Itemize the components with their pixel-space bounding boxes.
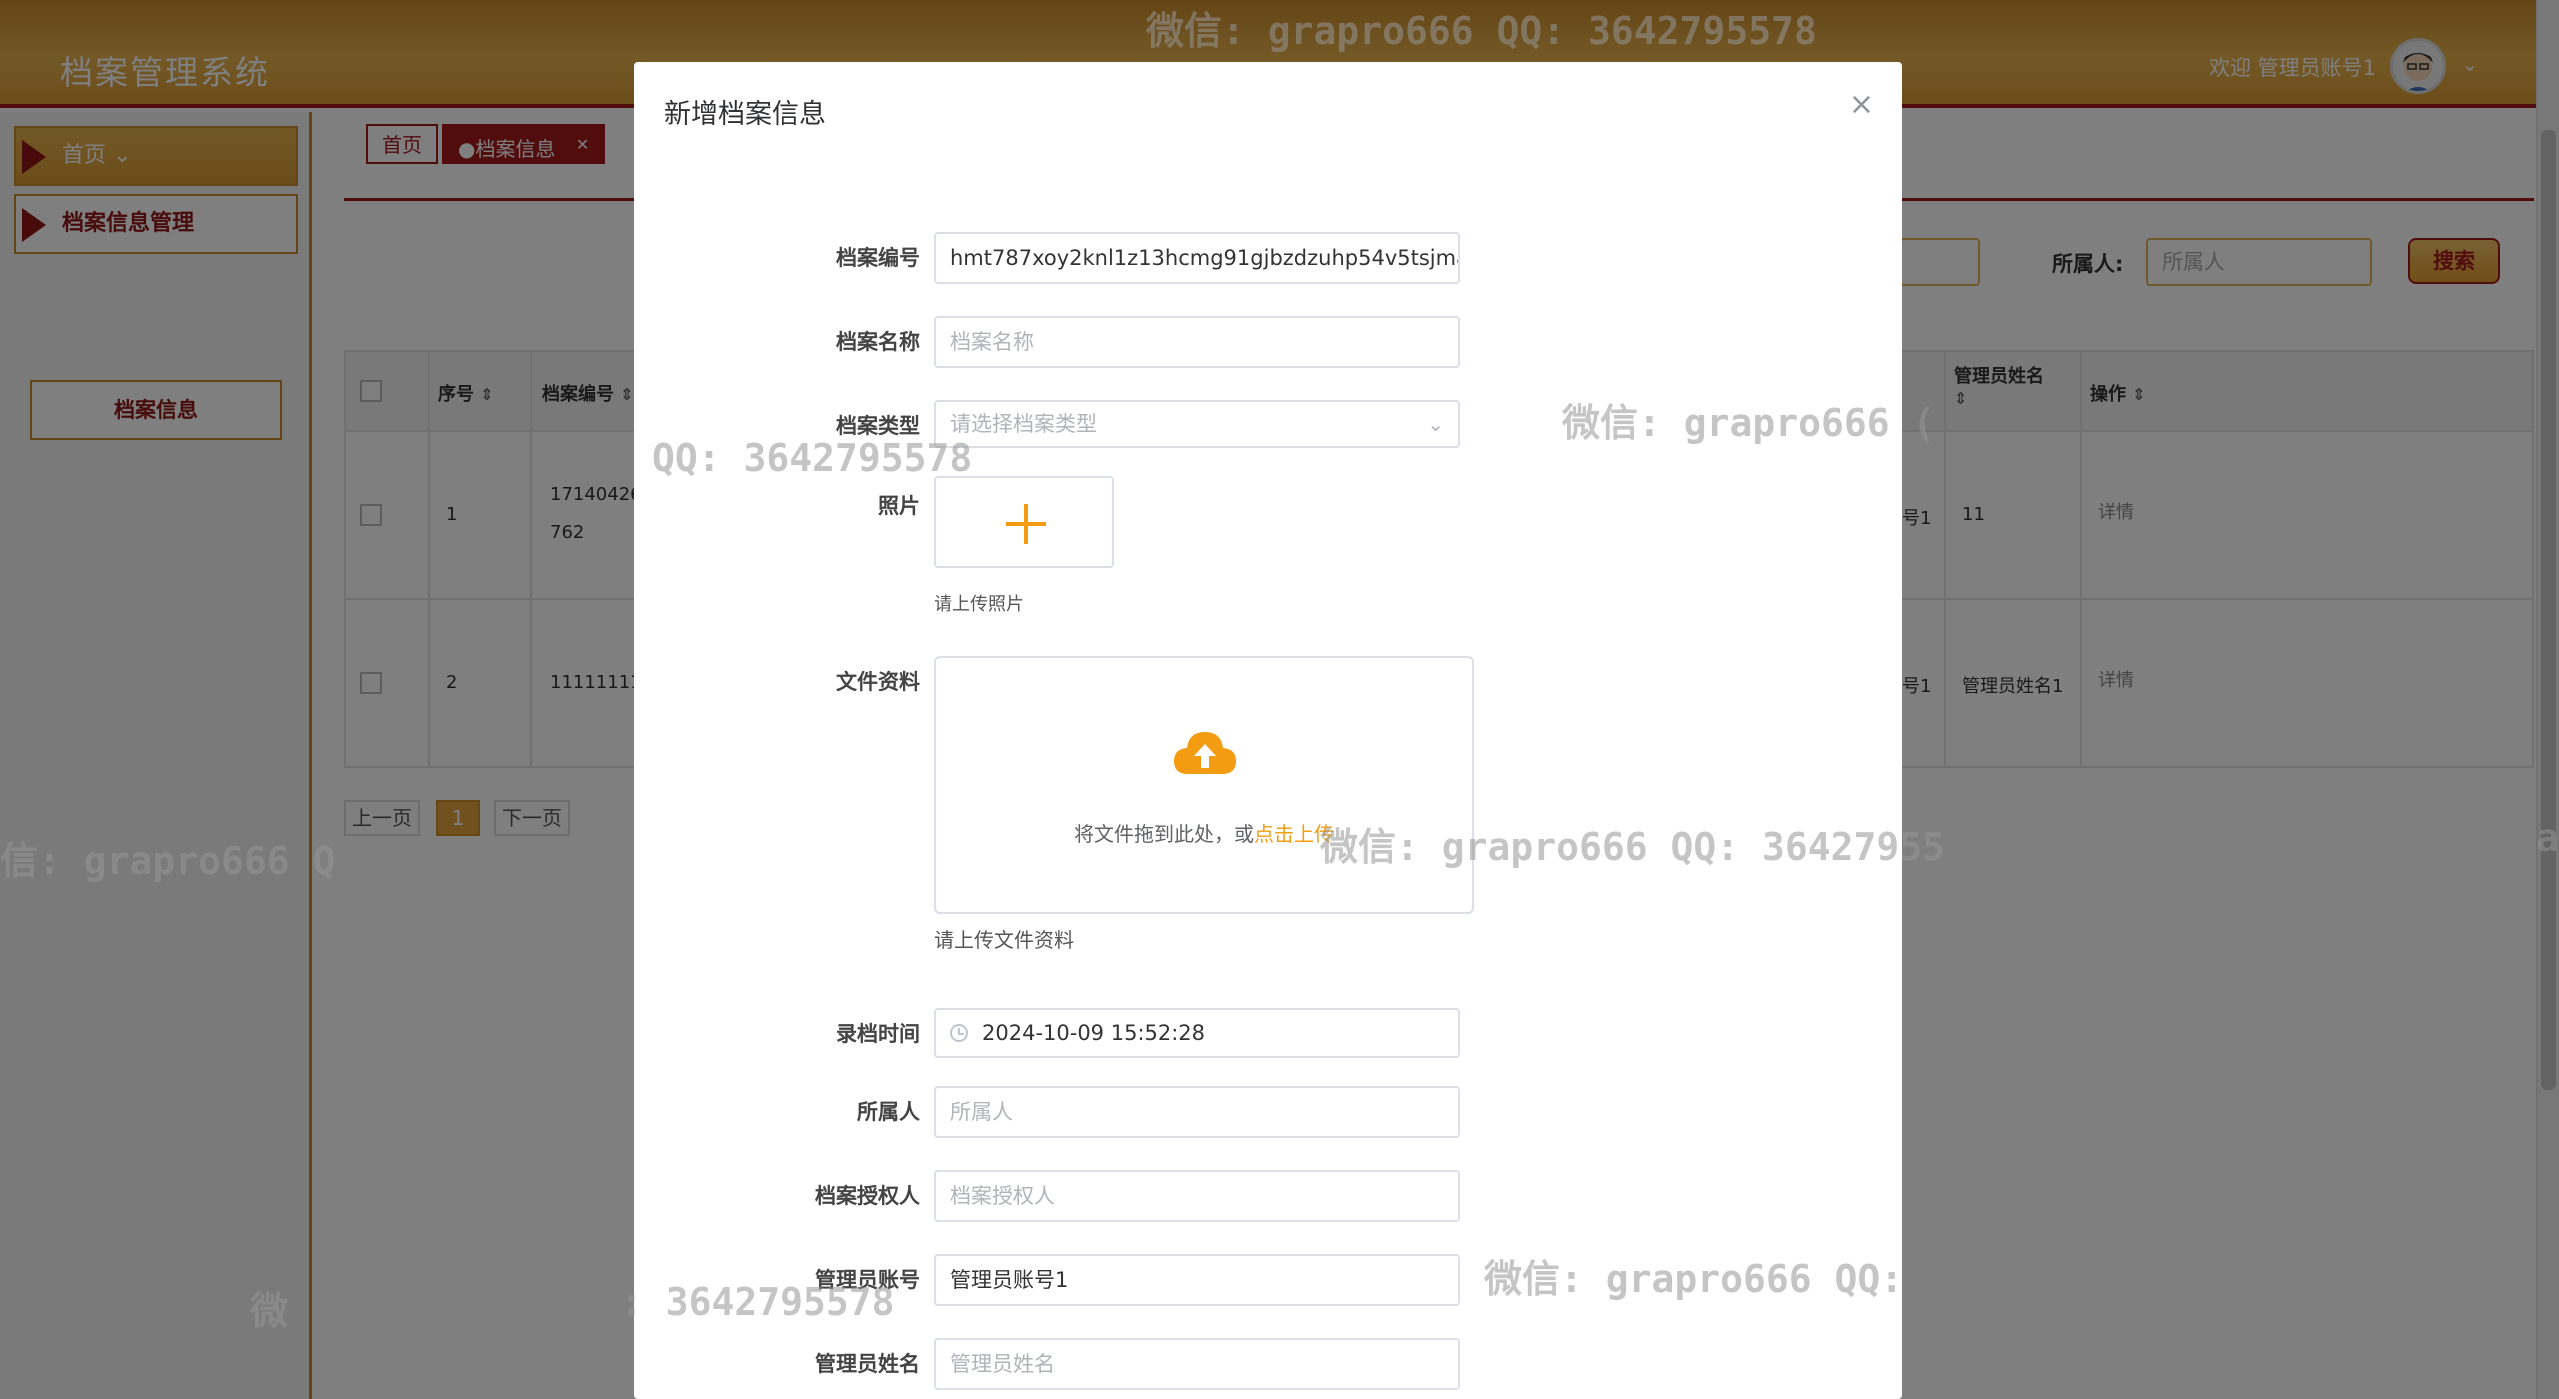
grantor-label: 档案授权人 [815,1184,920,1208]
archive-name-input[interactable]: 档案名称 [934,316,1460,368]
file-drop-zone[interactable]: 将文件拖到此处，或点击上传 [934,656,1474,914]
chevron-down-icon: ⌄ [1427,412,1444,436]
photo-hint: 请上传照片 [934,594,1024,615]
clock-icon [950,1024,968,1042]
time-label: 录档时间 [836,1022,920,1046]
admin-name-label: 管理员姓名 [815,1352,920,1376]
owner-input[interactable]: 所属人 [934,1086,1460,1138]
admin-name-input[interactable]: 管理员姓名 [934,1338,1460,1390]
time-value: 2024-10-09 15:52:28 [982,1021,1206,1045]
file-hint: 请上传文件资料 [934,928,1074,952]
add-archive-dialog: 新增档案信息 × 档案编号 hmt787xoy2knl1z13hcmg91gjb… [634,62,1902,1399]
grantor-input[interactable]: 档案授权人 [934,1170,1460,1222]
admin-account-input[interactable]: 管理员账号1 [934,1254,1460,1306]
watermark: 微 [250,1289,289,1333]
archive-code-input[interactable]: hmt787xoy2knl1z13hcmg91gjbzdzuhp54v5tsjm… [934,232,1460,284]
close-icon[interactable]: × [1849,90,1874,120]
file-label: 文件资料 [836,670,920,694]
watermark: 信: grapro666 Q [0,839,336,883]
dialog-title: 新增档案信息 [664,99,826,130]
watermark: 微信: grapro666 QQ: 36427955 [1320,825,1946,869]
select-placeholder: 请选择档案类型 [950,412,1097,436]
photo-label: 照片 [878,494,920,518]
name-label: 档案名称 [836,330,920,354]
watermark: 微信: grapro666 QQ: 3642795578 [1146,9,1817,53]
photo-upload-button[interactable] [934,476,1114,568]
record-time-picker[interactable]: 2024-10-09 15:52:28 [934,1008,1460,1058]
watermark: QQ: 3642795578 [652,436,973,480]
watermark: a [2536,816,2559,860]
watermark: : 3642795578 [620,1280,895,1324]
archive-type-select[interactable]: 请选择档案类型 ⌄ [934,400,1460,448]
owner-label: 所属人 [857,1100,920,1124]
watermark: 微信: grapro666 QQ: [1484,1257,1904,1301]
watermark: 微信: grapro666 ( [1562,401,1936,445]
code-label: 档案编号 [836,246,920,270]
cloud-upload-icon [1174,732,1236,774]
